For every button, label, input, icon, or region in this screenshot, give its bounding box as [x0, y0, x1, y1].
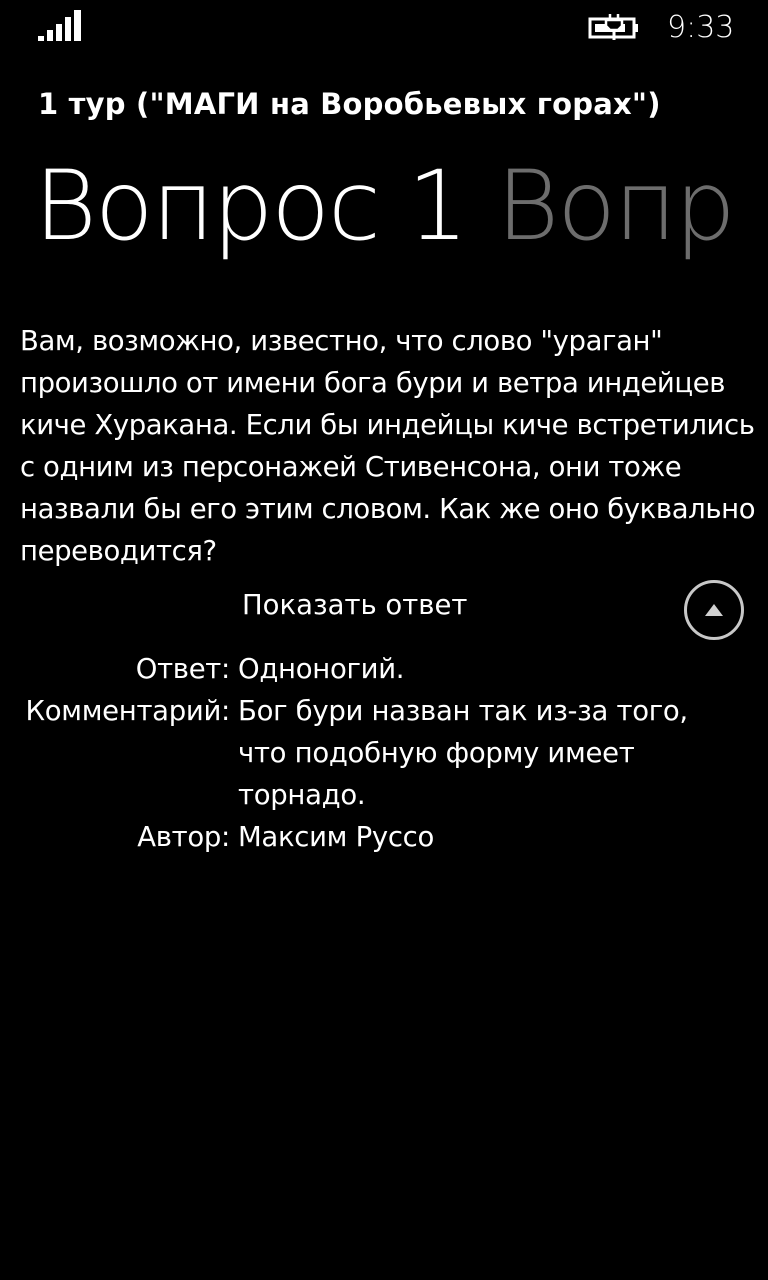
scroll-up-button[interactable] [684, 580, 744, 640]
pivot-tab-next-question[interactable]: Вопр [496, 146, 735, 266]
pivot-header-bar: Вопрос 1 Вопр [34, 146, 768, 271]
question-text: Вам, возможно, известно, что слово "ураг… [20, 325, 756, 567]
author-label: Автор: [137, 821, 230, 853]
comment-row: Комментарий: Бог бури назван так из-за т… [0, 690, 768, 816]
comment-value: Бог бури назван так из-за того, что подо… [238, 695, 688, 811]
pivot-tab-question-1[interactable]: Вопрос 1 [34, 146, 468, 266]
status-bar: 9:33 [0, 0, 768, 56]
tour-title: 1 тур ("МАГИ на Воробьевых горах") [38, 87, 661, 121]
comment-label: Комментарий: [25, 695, 231, 727]
answer-block: Ответ: Одноногий. Комментарий: Бог бури … [0, 648, 768, 858]
battery-charging-icon [588, 14, 638, 40]
show-answer-button[interactable]: Показать ответ [242, 585, 467, 625]
arrow-up-circle-icon [705, 604, 723, 616]
signal-strength-icon [38, 10, 81, 41]
author-value: Максим Руссо [238, 821, 434, 853]
answer-value: Одноногий. [238, 653, 405, 685]
author-row: Автор: Максим Руссо [0, 816, 768, 858]
answer-row: Ответ: Одноногий. [0, 648, 768, 690]
answer-label: Ответ: [135, 653, 231, 685]
clock: 9:33 [667, 10, 735, 45]
